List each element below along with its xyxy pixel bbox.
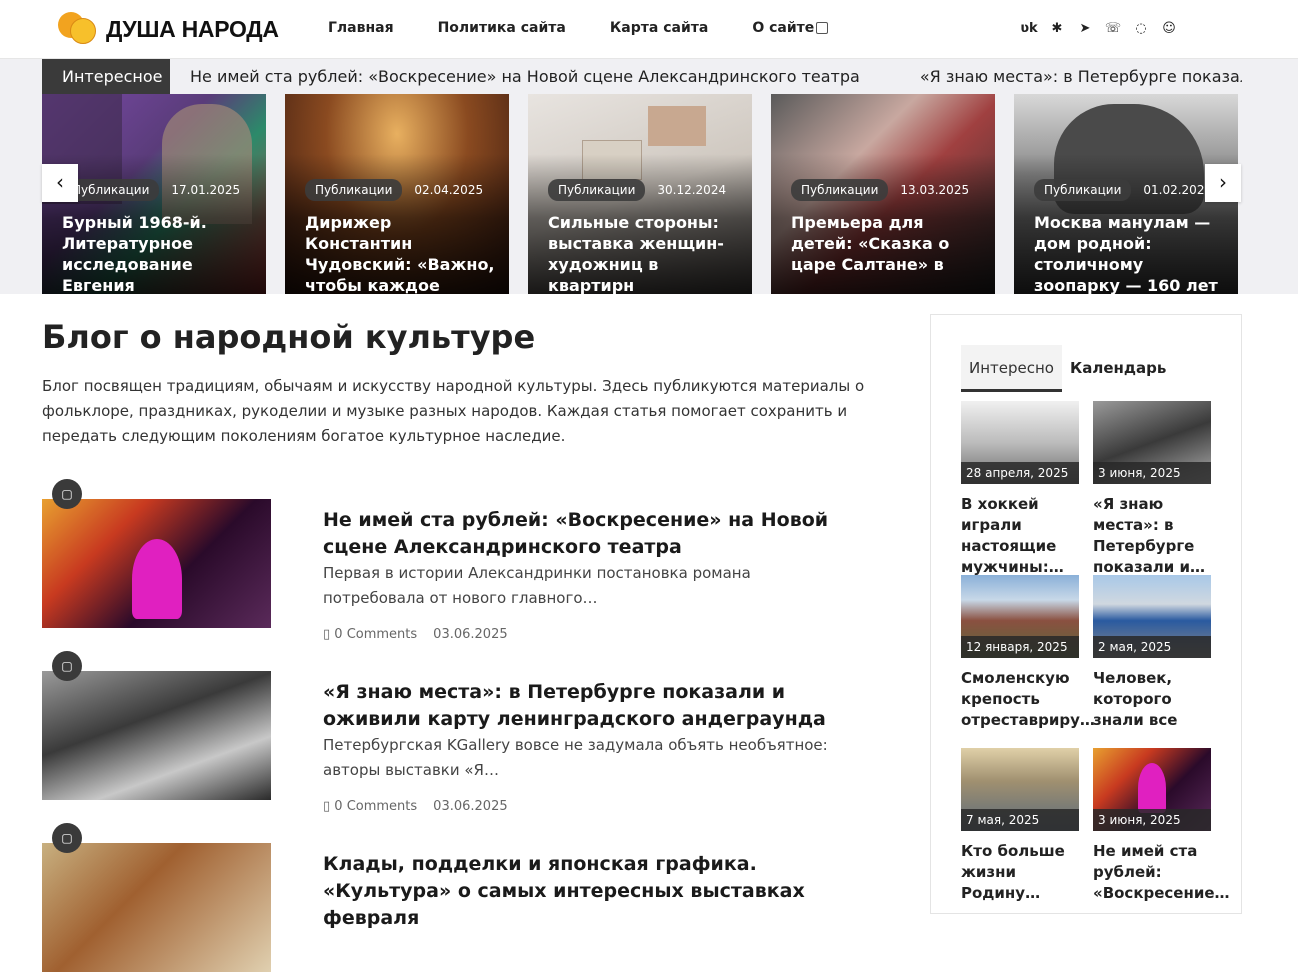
slider-next-button[interactable]: ›	[1205, 164, 1241, 202]
sidebar-card[interactable]: 2 мая, 2025 Человек, которого знали все	[1093, 575, 1211, 731]
sidebar-card[interactable]: 7 мая, 2025 Кто больше жизни Родину…	[961, 748, 1079, 904]
ticker-item[interactable]: «Я знаю места»: в Петербурге показали и …	[920, 67, 1242, 86]
ticker-label: Интересное	[42, 59, 170, 94]
card-date: 12 января, 2025	[961, 636, 1079, 658]
slide-date: 02.04.2025	[414, 183, 484, 197]
post-thumbnail[interactable]	[42, 843, 271, 972]
comment-icon: ▯	[323, 627, 335, 642]
telegram-icon[interactable]: ➤	[1076, 20, 1094, 38]
slide-date: 17.01.2025	[171, 183, 241, 197]
card-title[interactable]: В хоккей играли настоящие мужчины:…	[961, 494, 1079, 578]
post-date: 03.06.2025	[433, 799, 508, 814]
card-thumbnail: 3 июня, 2025	[1093, 748, 1211, 831]
post-item: ▢ Клады, подделки и японская графика. «К…	[42, 823, 843, 973]
main-nav: Главная Политика сайта Карта сайта О сай…	[328, 20, 814, 36]
nav-home[interactable]: Главная	[328, 20, 394, 36]
post-thumbnail[interactable]	[42, 499, 271, 628]
pin-icon: ▢	[52, 479, 82, 509]
slider-prev-button[interactable]: ‹	[42, 164, 78, 202]
page-intro: Блог посвящен традициям, обычаям и искус…	[42, 377, 865, 445]
card-thumbnail: 2 мая, 2025	[1093, 575, 1211, 658]
sidebar-card[interactable]: 28 апреля, 2025 В хоккей играли настоящи…	[961, 401, 1079, 578]
card-thumbnail: 12 января, 2025	[961, 575, 1079, 658]
sidebar-widget: Интересно Календарь 28 апреля, 2025 В хо…	[930, 314, 1242, 914]
slide-date: 13.03.2025	[900, 183, 970, 197]
slide-title[interactable]: Москва манулам — дом родной: столичному …	[1034, 212, 1224, 294]
tab-calendar[interactable]: Календарь	[1062, 345, 1174, 392]
slide-category-badge[interactable]: Публикации	[548, 179, 646, 201]
card-date: 7 мая, 2025	[961, 809, 1079, 831]
card-thumbnail: 3 июня, 2025	[1093, 401, 1211, 484]
card-title[interactable]: «Я знаю места»: в Петербурге показали и…	[1093, 494, 1211, 578]
logo-text: ДУША НАРОДА	[106, 15, 279, 42]
comments-link[interactable]: ▯ 0 Comments	[323, 799, 417, 814]
slide-category-badge[interactable]: Публикации	[791, 179, 889, 201]
post-excerpt: Петербургская KGallery вовсе не задумала…	[323, 736, 828, 779]
social-links: ʋk ✱ ➤ ☏ ◌ ☺	[1020, 20, 1178, 38]
site-logo[interactable]: ДУША НАРОДА	[58, 10, 279, 48]
card-title[interactable]: Не имей ста рублей: «Воскресение…	[1093, 841, 1230, 904]
post-title[interactable]: Клады, подделки и японская графика. «Кул…	[323, 851, 843, 932]
sidebar-card[interactable]: 3 июня, 2025 «Я знаю места»: в Петербург…	[1093, 401, 1211, 578]
slide-card[interactable]: Публикации 02.04.2025 Дирижер Константин …	[285, 94, 509, 294]
slide-title[interactable]: Сильные стороны: выставка женщин-художни…	[548, 212, 738, 294]
slide-category-badge[interactable]: Публикации	[1034, 179, 1132, 201]
card-thumbnail: 28 апреля, 2025	[961, 401, 1079, 484]
card-date: 28 апреля, 2025	[961, 462, 1079, 484]
vk-icon[interactable]: ʋk	[1020, 20, 1038, 38]
slide-title[interactable]: Бурный 1968-й. Литературное исследование…	[62, 212, 252, 294]
post-date: 03.06.2025	[433, 627, 508, 642]
comment-icon: ▯	[323, 799, 335, 814]
slide-card[interactable]: Публикации 30.12.2024 Сильные стороны: вы…	[528, 94, 752, 294]
post-item: ▢ «Я знаю места»: в Петербурге показали …	[42, 651, 843, 814]
nav-policy[interactable]: Политика сайта	[438, 20, 566, 36]
pin-icon: ▢	[52, 651, 82, 681]
card-date: 2 мая, 2025	[1093, 636, 1211, 658]
viber-icon[interactable]: ☏	[1104, 20, 1122, 38]
slide-card[interactable]: Публикации 13.03.2025 Премьера для детей:…	[771, 94, 995, 294]
sidebar-card[interactable]: 12 января, 2025 Смоленскую крепость отре…	[961, 575, 1095, 731]
card-title[interactable]: Человек, которого знали все	[1093, 668, 1211, 731]
post-meta: ▯ 0 Comments 03.06.2025	[323, 799, 508, 814]
news-ticker: Не имей ста рублей: «Воскресение» на Нов…	[190, 59, 1242, 94]
post-title[interactable]: Не имей ста рублей: «Воскресение» на Нов…	[323, 507, 843, 561]
nav-about[interactable]: О сайте	[752, 20, 814, 36]
pin-icon: ▢	[52, 823, 82, 853]
card-date: 3 июня, 2025	[1093, 809, 1211, 831]
post-excerpt: Первая в истории Александринки постановк…	[323, 564, 751, 607]
card-thumbnail: 7 мая, 2025	[961, 748, 1079, 831]
slide-date: 30.12.2024	[657, 183, 727, 197]
featured-slider: Публикации 17.01.2025 Бурный 1968-й. Лите…	[42, 94, 1240, 294]
site-header: ДУША НАРОДА Главная Политика сайта Карта…	[0, 0, 1298, 59]
slide-category-badge[interactable]: Публикации	[305, 179, 403, 201]
page-title: Блог о народной культуре	[42, 318, 536, 356]
sidebar-tabs: Интересно Календарь	[961, 345, 1174, 392]
post-meta: ▯ 0 Comments 03.06.2025	[323, 627, 508, 642]
nav-sitemap[interactable]: Карта сайта	[610, 20, 708, 36]
ok-icon[interactable]: ✱	[1048, 20, 1066, 38]
whatsapp-icon[interactable]: ◌	[1132, 20, 1150, 38]
post-item: ▢ Не имей ста рублей: «Воскресение» на Н…	[42, 479, 843, 642]
card-title[interactable]: Кто больше жизни Родину…	[961, 841, 1079, 904]
card-title[interactable]: Смоленскую крепость отреставриру…	[961, 668, 1095, 731]
main-content: Блог о народной культуре Блог посвящен т…	[42, 316, 902, 449]
sidebar-card[interactable]: 3 июня, 2025 Не имей ста рублей: «Воскре…	[1093, 748, 1230, 904]
search-icon[interactable]	[816, 22, 828, 34]
slide-title[interactable]: Премьера для детей: «Сказка о царе Салта…	[791, 212, 981, 275]
card-date: 3 июня, 2025	[1093, 462, 1211, 484]
tab-interesting[interactable]: Интересно	[961, 345, 1062, 392]
slide-date: 01.02.2025	[1143, 183, 1213, 197]
comments-link[interactable]: ▯ 0 Comments	[323, 627, 417, 642]
post-title[interactable]: «Я знаю места»: в Петербурге показали и …	[323, 679, 843, 733]
theatre-masks-icon	[58, 10, 96, 48]
max-icon[interactable]: ☺	[1160, 20, 1178, 38]
slide-title[interactable]: Дирижер Константин Чудовский: «Важно, чт…	[305, 212, 495, 294]
ticker-item[interactable]: Не имей ста рублей: «Воскресение» на Нов…	[190, 67, 860, 86]
post-thumbnail[interactable]	[42, 671, 271, 800]
